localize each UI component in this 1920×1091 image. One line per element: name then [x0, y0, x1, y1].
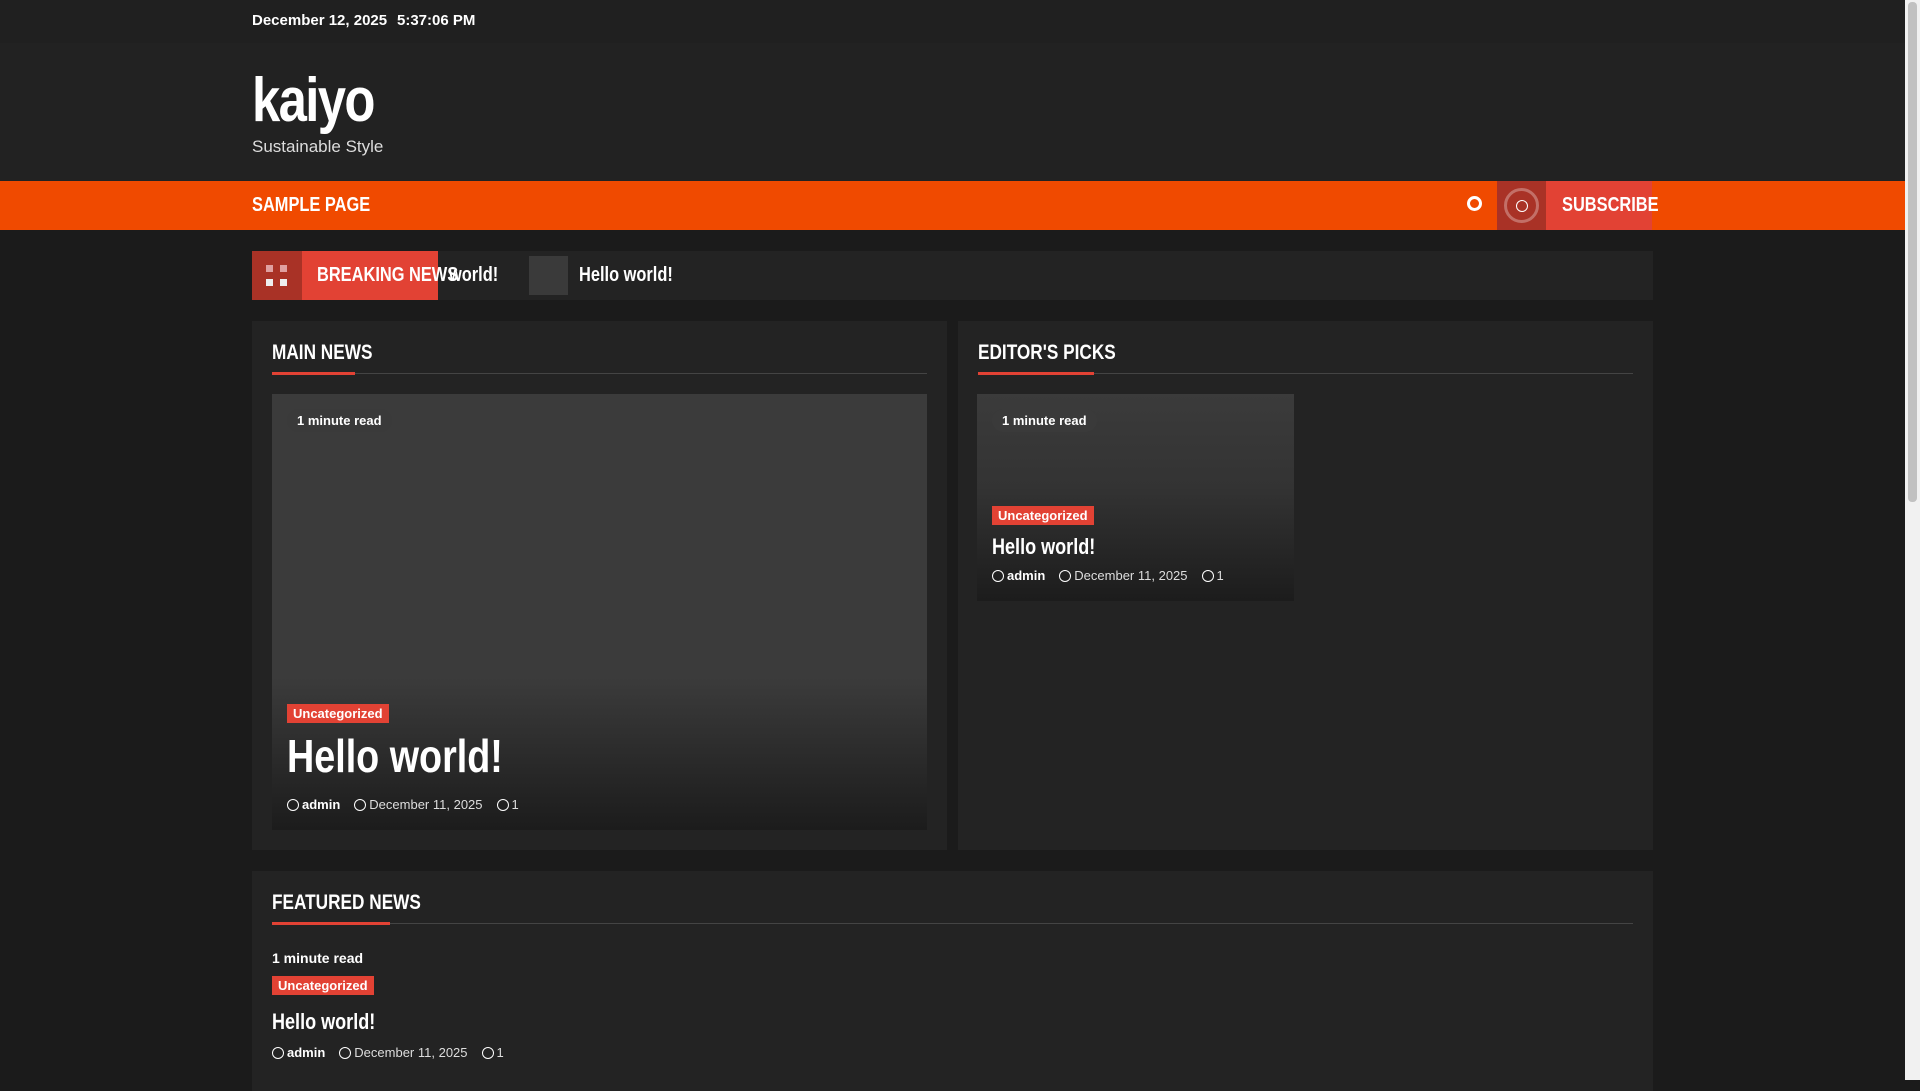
breaking-label-text: BREAKING NEWS [317, 264, 459, 286]
post-title[interactable]: Hello world! [287, 729, 503, 783]
author-link[interactable]: admin [272, 1045, 325, 1060]
grid-icon [252, 251, 302, 300]
post-date: December 11, 2025 [369, 797, 483, 812]
breaking-news-label: BREAKING NEWS [302, 251, 458, 300]
main-nav: SAMPLE PAGE SUBSCRIBE [0, 181, 1905, 230]
comment-icon [481, 1047, 494, 1059]
subscribe-button[interactable]: SUBSCRIBE [1546, 181, 1659, 230]
ticker-item[interactable]: world! [449, 264, 498, 287]
post-title[interactable]: Hello world! [272, 1009, 375, 1035]
scrollbar-thumb[interactable] [1908, 2, 1917, 502]
author-link[interactable]: admin [287, 797, 340, 812]
user-icon [272, 1047, 284, 1059]
subscribe-label: SUBSCRIBE [1562, 194, 1659, 216]
post-meta: admin December 11, 2025 1 [287, 797, 519, 812]
ticker-item[interactable]: Hello world! [579, 264, 673, 287]
user-icon [287, 799, 299, 811]
top-bar: December 12, 2025 5:37:06 PM [0, 0, 1905, 43]
main-news-card[interactable]: 1 minute read Uncategorized Hello world!… [272, 394, 927, 830]
main-news-section: MAIN NEWS 1 minute read Uncategorized He… [252, 321, 947, 850]
author-link[interactable]: admin [992, 568, 1045, 583]
post-date: December 11, 2025 [1074, 568, 1188, 583]
comment-icon [496, 799, 509, 811]
editors-pick-card[interactable]: 1 minute read Uncategorized Hello world!… [977, 394, 1294, 601]
post-title[interactable]: Hello world! [992, 534, 1095, 560]
current-date: December 12, 2025 [252, 12, 388, 29]
read-time-badge: 1 minute read [992, 409, 1097, 432]
site-header: kaiyo Sustainable Style [0, 43, 1905, 181]
comment-icon [1201, 570, 1214, 582]
section-heading: MAIN NEWS [272, 341, 373, 364]
category-tag[interactable]: Uncategorized [272, 976, 374, 995]
post-meta: admin December 11, 2025 1 [272, 1045, 504, 1060]
category-tag[interactable]: Uncategorized [287, 704, 389, 723]
editors-picks-section: EDITOR'S PICKS 1 minute read Uncategoriz… [958, 321, 1653, 850]
user-icon [992, 570, 1004, 582]
clock-icon [339, 1047, 352, 1059]
current-time: 5:37:06 PM [397, 12, 476, 29]
theme-toggle-button[interactable] [1497, 181, 1546, 230]
section-heading: EDITOR'S PICKS [978, 341, 1116, 364]
comments-link[interactable]: 1 [481, 1045, 504, 1060]
read-time-badge: 1 minute read [287, 409, 392, 432]
section-heading: FEATURED NEWS [272, 891, 421, 914]
ticker-thumbnail [529, 256, 568, 295]
clock-icon [354, 799, 367, 811]
read-time: 1 minute read [272, 950, 364, 966]
inner-circle-icon [1516, 200, 1528, 212]
site-title[interactable]: kaiyo [252, 65, 375, 136]
comments-link[interactable]: 1 [496, 797, 519, 812]
clock-icon [1059, 570, 1072, 582]
category-tag[interactable]: Uncategorized [992, 506, 1094, 525]
comments-link[interactable]: 1 [1201, 568, 1224, 583]
post-meta: admin December 11, 2025 1 [992, 568, 1224, 583]
nav-sample-page[interactable]: SAMPLE PAGE [252, 194, 370, 217]
search-icon[interactable] [1467, 196, 1482, 211]
breaking-news-bar: BREAKING NEWS world! Hello world! [252, 251, 1653, 300]
site-tagline: Sustainable Style [252, 137, 384, 156]
featured-news-section: FEATURED NEWS 1 minute read Uncategorize… [252, 871, 1653, 1091]
post-date: December 11, 2025 [354, 1045, 468, 1060]
scrollbar[interactable] [1905, 0, 1920, 1080]
